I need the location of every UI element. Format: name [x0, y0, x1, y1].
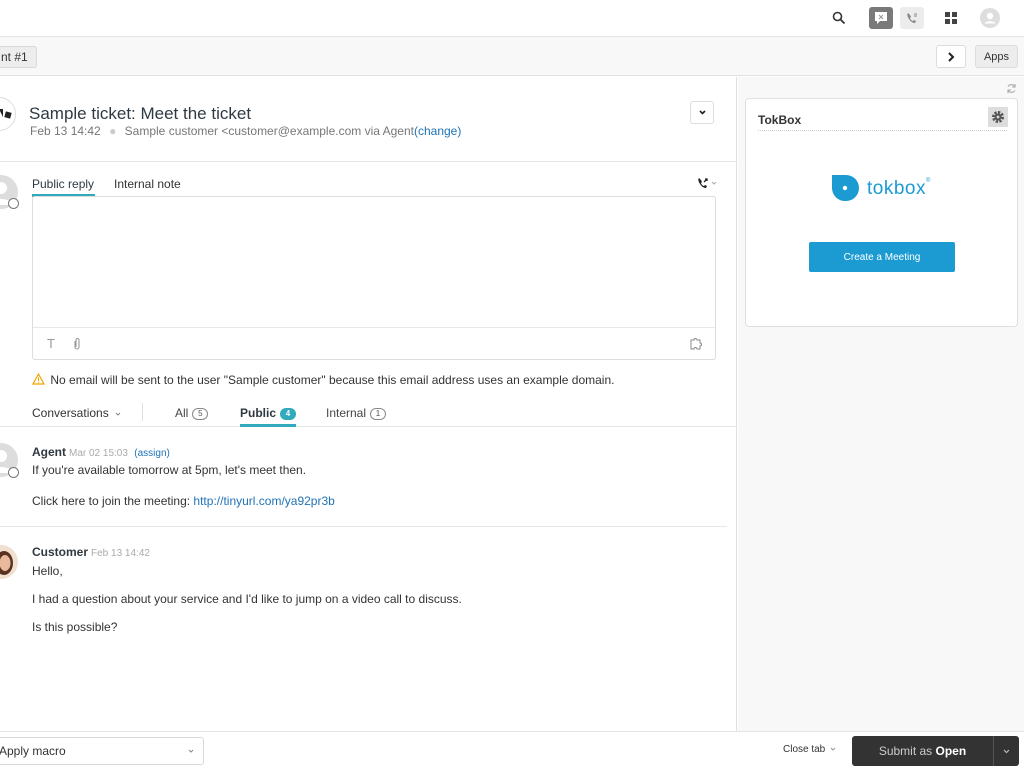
ticket-title: Sample ticket: Meet the ticket — [29, 104, 252, 123]
chat-icon[interactable] — [869, 7, 893, 29]
search-icon[interactable] — [827, 7, 851, 29]
conversations-label: Conversations — [32, 406, 109, 420]
filter-public-count: 4 — [280, 408, 297, 420]
reply-editor[interactable]: T — [32, 196, 716, 360]
filter-all-count: 5 — [192, 408, 209, 420]
message-link-prefix: Click here to join the meeting: — [32, 494, 194, 508]
phone-icon[interactable] — [900, 7, 924, 29]
apps-sidebar: TokBox tokbox ® Create a Meeting — [738, 77, 1024, 731]
message-author: Customer — [32, 545, 89, 559]
close-tab-label: Close tab — [783, 744, 826, 755]
phone-outgoing-icon — [698, 178, 708, 188]
tokbox-logo-text: tokbox — [867, 177, 926, 199]
top-bar — [0, 0, 1024, 37]
divider — [0, 161, 737, 162]
tokbox-app-card: TokBox tokbox ® Create a Meeting — [745, 98, 1018, 327]
assign-link[interactable]: (assign) — [134, 448, 170, 459]
message-text: I had a question about your service and … — [32, 592, 462, 606]
divider — [758, 130, 1007, 131]
apps-grid-icon[interactable] — [939, 7, 963, 29]
puzzle-icon[interactable] — [690, 337, 704, 350]
brand-avatar — [0, 97, 16, 131]
message-text: Hello, — [32, 564, 63, 578]
divider — [142, 403, 143, 421]
filter-public[interactable]: Public 4 — [240, 406, 297, 420]
separator-dot: ● — [109, 124, 117, 138]
user-avatar-icon[interactable] — [978, 7, 1002, 29]
gear-icon[interactable] — [988, 107, 1008, 127]
submit-options-button[interactable] — [993, 736, 1019, 766]
refresh-icon[interactable] — [1006, 83, 1017, 94]
chevron-down-icon — [115, 412, 121, 416]
filter-internal-label: Internal — [326, 406, 367, 420]
ticket-requester: Sample customer <customer@example.com vi… — [124, 124, 414, 138]
submit-status: Open — [935, 744, 967, 758]
tokbox-logo-icon — [832, 175, 859, 202]
divider — [0, 526, 727, 527]
apps-button[interactable]: Apps — [975, 45, 1018, 68]
submit-prefix: Submit as — [878, 744, 933, 758]
conversations-dropdown[interactable]: Conversations — [32, 406, 121, 420]
message-text: Is this possible? — [32, 620, 118, 634]
editor-toolbar: T — [33, 327, 715, 359]
ticket-meta: Feb 13 14:42 ● Sample customer <customer… — [30, 124, 461, 138]
ticket-tab[interactable]: nt #1 — [0, 46, 37, 68]
chevron-right-icon — [948, 51, 955, 62]
message-text: If you're available tomorrow at 5pm, let… — [32, 463, 307, 477]
apply-macro-select[interactable]: Apply macro — [0, 737, 204, 765]
message-author: Agent — [32, 445, 66, 459]
filter-public-label: Public — [240, 406, 277, 420]
next-button[interactable] — [936, 45, 966, 68]
message-time: Mar 02 15:03 — [69, 448, 128, 459]
ticket-options-button[interactable] — [690, 101, 714, 124]
user-badge-icon — [8, 467, 19, 478]
message-header: Agent Mar 02 15:03 (assign) — [32, 445, 170, 459]
footer-bar: Apply macro Close tab Submit as Open — [0, 731, 1024, 768]
tab-public-reply[interactable]: Public reply — [32, 177, 94, 191]
brand-logo-icon — [0, 109, 12, 119]
text-format-icon[interactable]: T — [47, 336, 55, 351]
call-channel-button[interactable] — [697, 177, 717, 189]
warning-icon — [31, 372, 46, 385]
filter-all[interactable]: All 5 — [175, 406, 209, 420]
tab-internal-note[interactable]: Internal note — [114, 177, 181, 191]
tokbox-logo: tokbox ® — [832, 175, 930, 202]
attachment-icon[interactable] — [73, 337, 81, 351]
tab-bar: nt #1 Apps — [0, 37, 1024, 76]
message-text: Click here to join the meeting: http://t… — [32, 494, 335, 508]
submit-button[interactable]: Submit as Open — [852, 736, 993, 766]
example-domain-warning: No email will be sent to the user "Sampl… — [31, 372, 615, 387]
chevron-down-icon — [711, 181, 717, 185]
filter-all-label: All — [175, 406, 189, 420]
ticket-main: Sample ticket: Meet the ticket Feb 13 14… — [0, 77, 737, 731]
registered-mark: ® — [925, 178, 931, 184]
ticket-date: Feb 13 14:42 — [30, 124, 101, 138]
filter-internal-count: 1 — [370, 408, 387, 420]
macro-label: Apply macro — [0, 744, 66, 758]
create-meeting-button[interactable]: Create a Meeting — [809, 242, 955, 272]
chevron-down-icon — [830, 747, 836, 751]
chevron-down-icon — [698, 110, 706, 115]
conversation-filter-bar: Conversations All 5 Public 4 Internal 1 — [0, 399, 737, 427]
warning-text: No email will be sent to the user "Sampl… — [50, 373, 615, 387]
chevron-down-icon — [188, 749, 194, 753]
message-time: Feb 13 14:42 — [91, 548, 150, 559]
app-title: TokBox — [758, 113, 802, 127]
chevron-down-icon — [1003, 749, 1010, 753]
message-header: Customer Feb 13 14:42 — [32, 545, 150, 559]
user-badge-icon — [8, 198, 19, 209]
filter-internal[interactable]: Internal 1 — [326, 406, 387, 420]
close-tab-dropdown[interactable]: Close tab — [783, 744, 836, 755]
meeting-link[interactable]: http://tinyurl.com/ya92pr3b — [193, 494, 334, 508]
customer-avatar — [0, 545, 18, 579]
active-filter-indicator — [240, 424, 296, 427]
change-link[interactable]: (change) — [414, 124, 461, 138]
